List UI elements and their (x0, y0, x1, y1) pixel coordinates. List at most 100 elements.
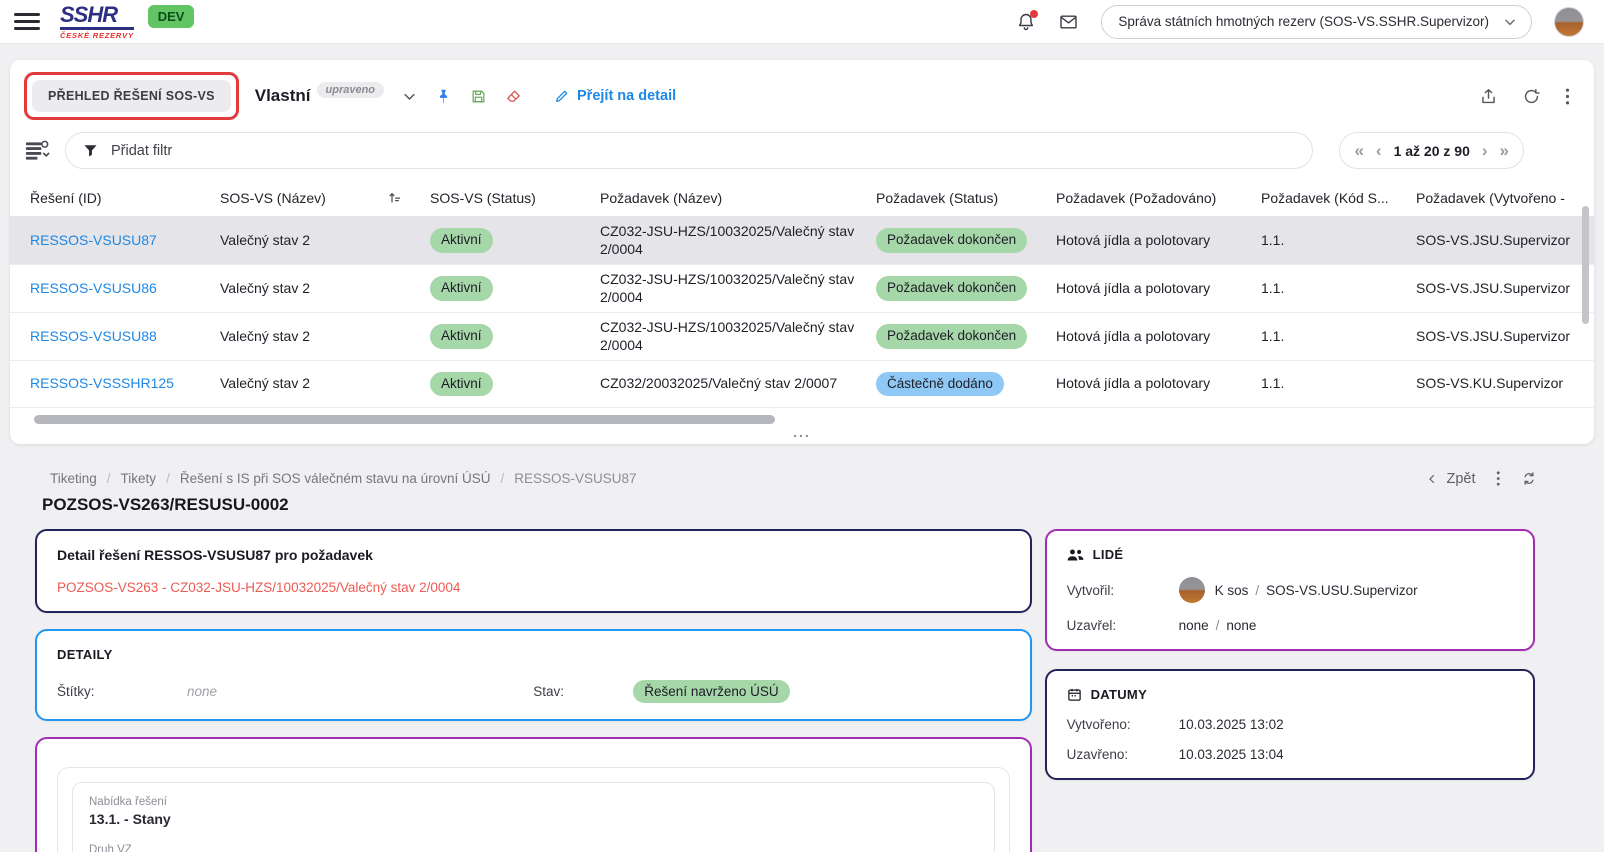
request-status-badge: Požadavek dokončen (876, 276, 1027, 301)
request-link[interactable]: POZSOS-VS263 - CZ032-JSU-HZS/10032025/Va… (57, 580, 1010, 595)
cell-code: 1.1. (1261, 226, 1416, 256)
view-edited-badge: upraveno (317, 82, 385, 98)
list-toolbar: PŘEHLED ŘEŠENÍ SOS-VS Vlastní upraveno P… (10, 60, 1594, 128)
cell-solution-id[interactable]: RESSOS-VSSSHR125 (30, 369, 220, 399)
view-chevron-down-icon[interactable] (402, 89, 417, 104)
clear-view-eraser-icon[interactable] (505, 88, 522, 105)
cell-solution-id[interactable]: RESSOS-VSUSU88 (30, 322, 220, 352)
closed-at-label: Uzavřeno: (1067, 747, 1179, 762)
vertical-scrollbar-thumb[interactable] (1582, 206, 1589, 324)
expand-more-handle[interactable]: ... (10, 424, 1594, 444)
dates-card: DATUMY Vytvořeno: 10.03.2025 13:02 Uzavř… (1045, 669, 1535, 780)
col-header-sosvs-nazev[interactable]: SOS-VS (Název) (220, 190, 430, 206)
cell-sosvs-name: Valečný stav 2 (220, 322, 430, 352)
cell-created-by: SOS-VS.JSU.Supervizor (1416, 274, 1594, 304)
col-header-reseni-id[interactable]: Řešení (ID) (30, 190, 220, 206)
next-page-icon[interactable]: › (1482, 142, 1488, 159)
user-avatar[interactable] (1554, 7, 1584, 37)
creator-avatar (1179, 577, 1205, 603)
table-row[interactable]: RESSOS-VSUSU87 Valečný stav 2 Aktivní CZ… (10, 217, 1594, 265)
detail-kebab-icon[interactable] (1496, 470, 1501, 487)
horizontal-scrollbar[interactable] (30, 415, 1574, 424)
breadcrumb-current: RESSOS-VSUSU87 (514, 471, 636, 486)
sort-ascending-icon[interactable] (387, 190, 402, 205)
breadcrumb-tiketing[interactable]: Tiketing (50, 471, 97, 486)
breadcrumb-reseni[interactable]: Řešení s IS při SOS válečném stavu na úr… (180, 471, 491, 486)
table-row[interactable]: RESSOS-VSUSU86 Valečný stav 2 Aktivní CZ… (10, 265, 1594, 313)
messages-envelope-icon[interactable] (1058, 12, 1079, 32)
closed-at-value: 10.03.2025 13:04 (1179, 747, 1284, 762)
slash-separator: / (1216, 618, 1220, 633)
table-row[interactable]: RESSOS-VSSSHR125 Valečný stav 2 Aktivní … (10, 361, 1594, 408)
notification-dot (1030, 10, 1038, 18)
filter-row: Přidat filtr « ‹ 1 až 20 z 90 › » (10, 128, 1594, 179)
cell-request-name: CZ032-JSU-HZS/10032025/Valečný stav 2/00… (600, 265, 876, 312)
closer-role: none (1226, 618, 1256, 633)
offer-value: 13.1. - Stany (89, 811, 978, 827)
notifications-bell-icon[interactable] (1016, 12, 1036, 32)
col-header-pozadavek-vytvoreno[interactable]: Požadavek (Vytvořeno - (1416, 190, 1594, 206)
cell-request-name: CZ032/20032025/Valečný stav 2/0007 (600, 369, 876, 399)
cell-sosvs-name: Valečný stav 2 (220, 226, 430, 256)
save-view-icon[interactable] (470, 88, 487, 105)
app-logo[interactable]: SSHR ČESKÉ REZERVY (60, 4, 134, 40)
created-at-value: 10.03.2025 13:02 (1179, 717, 1284, 732)
table-row[interactable]: RESSOS-VSUSU88 Valečný stav 2 Aktivní CZ… (10, 313, 1594, 361)
page-title: POZSOS-VS263/RESUSU-0002 (10, 487, 1594, 515)
saved-view-name[interactable]: Vlastní upraveno (255, 86, 384, 106)
pagination-range: 1 až 20 z 90 (1394, 143, 1470, 159)
breadcrumb-tikety[interactable]: Tikety (121, 471, 157, 486)
breadcrumb: Tiketing / Tikety / Řešení s IS při SOS … (50, 471, 637, 486)
go-to-detail-link[interactable]: Přejít na detail (554, 88, 676, 104)
back-button[interactable]: Zpět (1426, 471, 1475, 487)
menu-icon[interactable] (14, 9, 40, 34)
sync-icon[interactable] (1520, 470, 1538, 487)
saved-view-label: Vlastní (255, 86, 311, 106)
created-at-label: Vytvořeno: (1067, 717, 1179, 732)
export-icon[interactable] (1479, 87, 1498, 106)
cell-created-by: SOS-VS.KU.Supervizor (1416, 369, 1594, 399)
request-status-badge: Částečně dodáno (876, 372, 1004, 397)
chevron-down-icon (1503, 15, 1517, 29)
add-filter-input[interactable]: Přidat filtr (65, 132, 1313, 169)
go-to-detail-label: Přejít na detail (577, 88, 676, 104)
col-header-pozadavek-nazev[interactable]: Požadavek (Název) (600, 190, 876, 206)
created-by-label: Vytvořil: (1067, 583, 1179, 598)
cell-code: 1.1. (1261, 274, 1416, 304)
first-page-icon[interactable]: « (1354, 142, 1363, 159)
cell-created-by: SOS-VS.JSU.Supervizor (1416, 226, 1594, 256)
cell-request-name: CZ032-JSU-HZS/10032025/Valečný stav 2/00… (600, 217, 876, 264)
details-card: DETAILY Štítky: none Stav: Řešení navrže… (35, 629, 1032, 721)
more-kebab-icon[interactable] (1565, 87, 1570, 106)
col-header-pozadavek-pozadovano[interactable]: Požadavek (Požadováno) (1056, 190, 1261, 206)
people-card: LIDÉ Vytvořil: K sos / SOS-VS.USU.Superv… (1045, 529, 1535, 651)
people-icon (1067, 548, 1084, 562)
pin-view-icon[interactable] (435, 88, 452, 105)
horizontal-scrollbar-thumb[interactable] (34, 415, 775, 424)
slash-separator: / (1255, 583, 1259, 598)
creator-name[interactable]: K sos (1215, 583, 1249, 598)
cell-solution-id[interactable]: RESSOS-VSUSU86 (30, 274, 220, 304)
last-page-icon[interactable]: » (1500, 142, 1509, 159)
breadcrumb-separator: / (166, 471, 170, 486)
brand-name: SSHR (60, 4, 134, 30)
cell-code: 1.1. (1261, 322, 1416, 352)
state-badge: Řešení navrženo ÚSÚ (633, 680, 789, 703)
topbar: SSHR ČESKÉ REZERVY DEV Správa státních h… (0, 0, 1604, 44)
cell-sosvs-name: Valečný stav 2 (220, 274, 430, 304)
cell-sosvs-name: Valečný stav 2 (220, 369, 430, 399)
cell-requested: Hotová jídla a polotovary (1056, 226, 1261, 256)
prev-page-icon[interactable]: ‹ (1376, 142, 1382, 159)
breadcrumb-separator: / (500, 471, 504, 486)
col-header-pozadavek-status[interactable]: Požadavek (Status) (876, 190, 1056, 206)
role-select[interactable]: Správa státních hmotných rezerv (SOS-VS.… (1101, 5, 1532, 39)
request-detail-card: Detail řešení RESSOS-VSUSU87 pro požadav… (35, 529, 1032, 613)
column-settings-icon[interactable] (24, 139, 51, 163)
col-header-sosvs-status[interactable]: SOS-VS (Status) (430, 190, 600, 206)
view-title[interactable]: PŘEHLED ŘEŠENÍ SOS-VS (32, 80, 231, 112)
request-status-badge: Požadavek dokončen (876, 324, 1027, 349)
col-header-pozadavek-kod[interactable]: Požadavek (Kód S... (1261, 190, 1416, 206)
cell-solution-id[interactable]: RESSOS-VSUSU87 (30, 226, 220, 256)
refresh-icon[interactable] (1522, 87, 1541, 106)
dates-card-title: DATUMY (1091, 687, 1147, 702)
